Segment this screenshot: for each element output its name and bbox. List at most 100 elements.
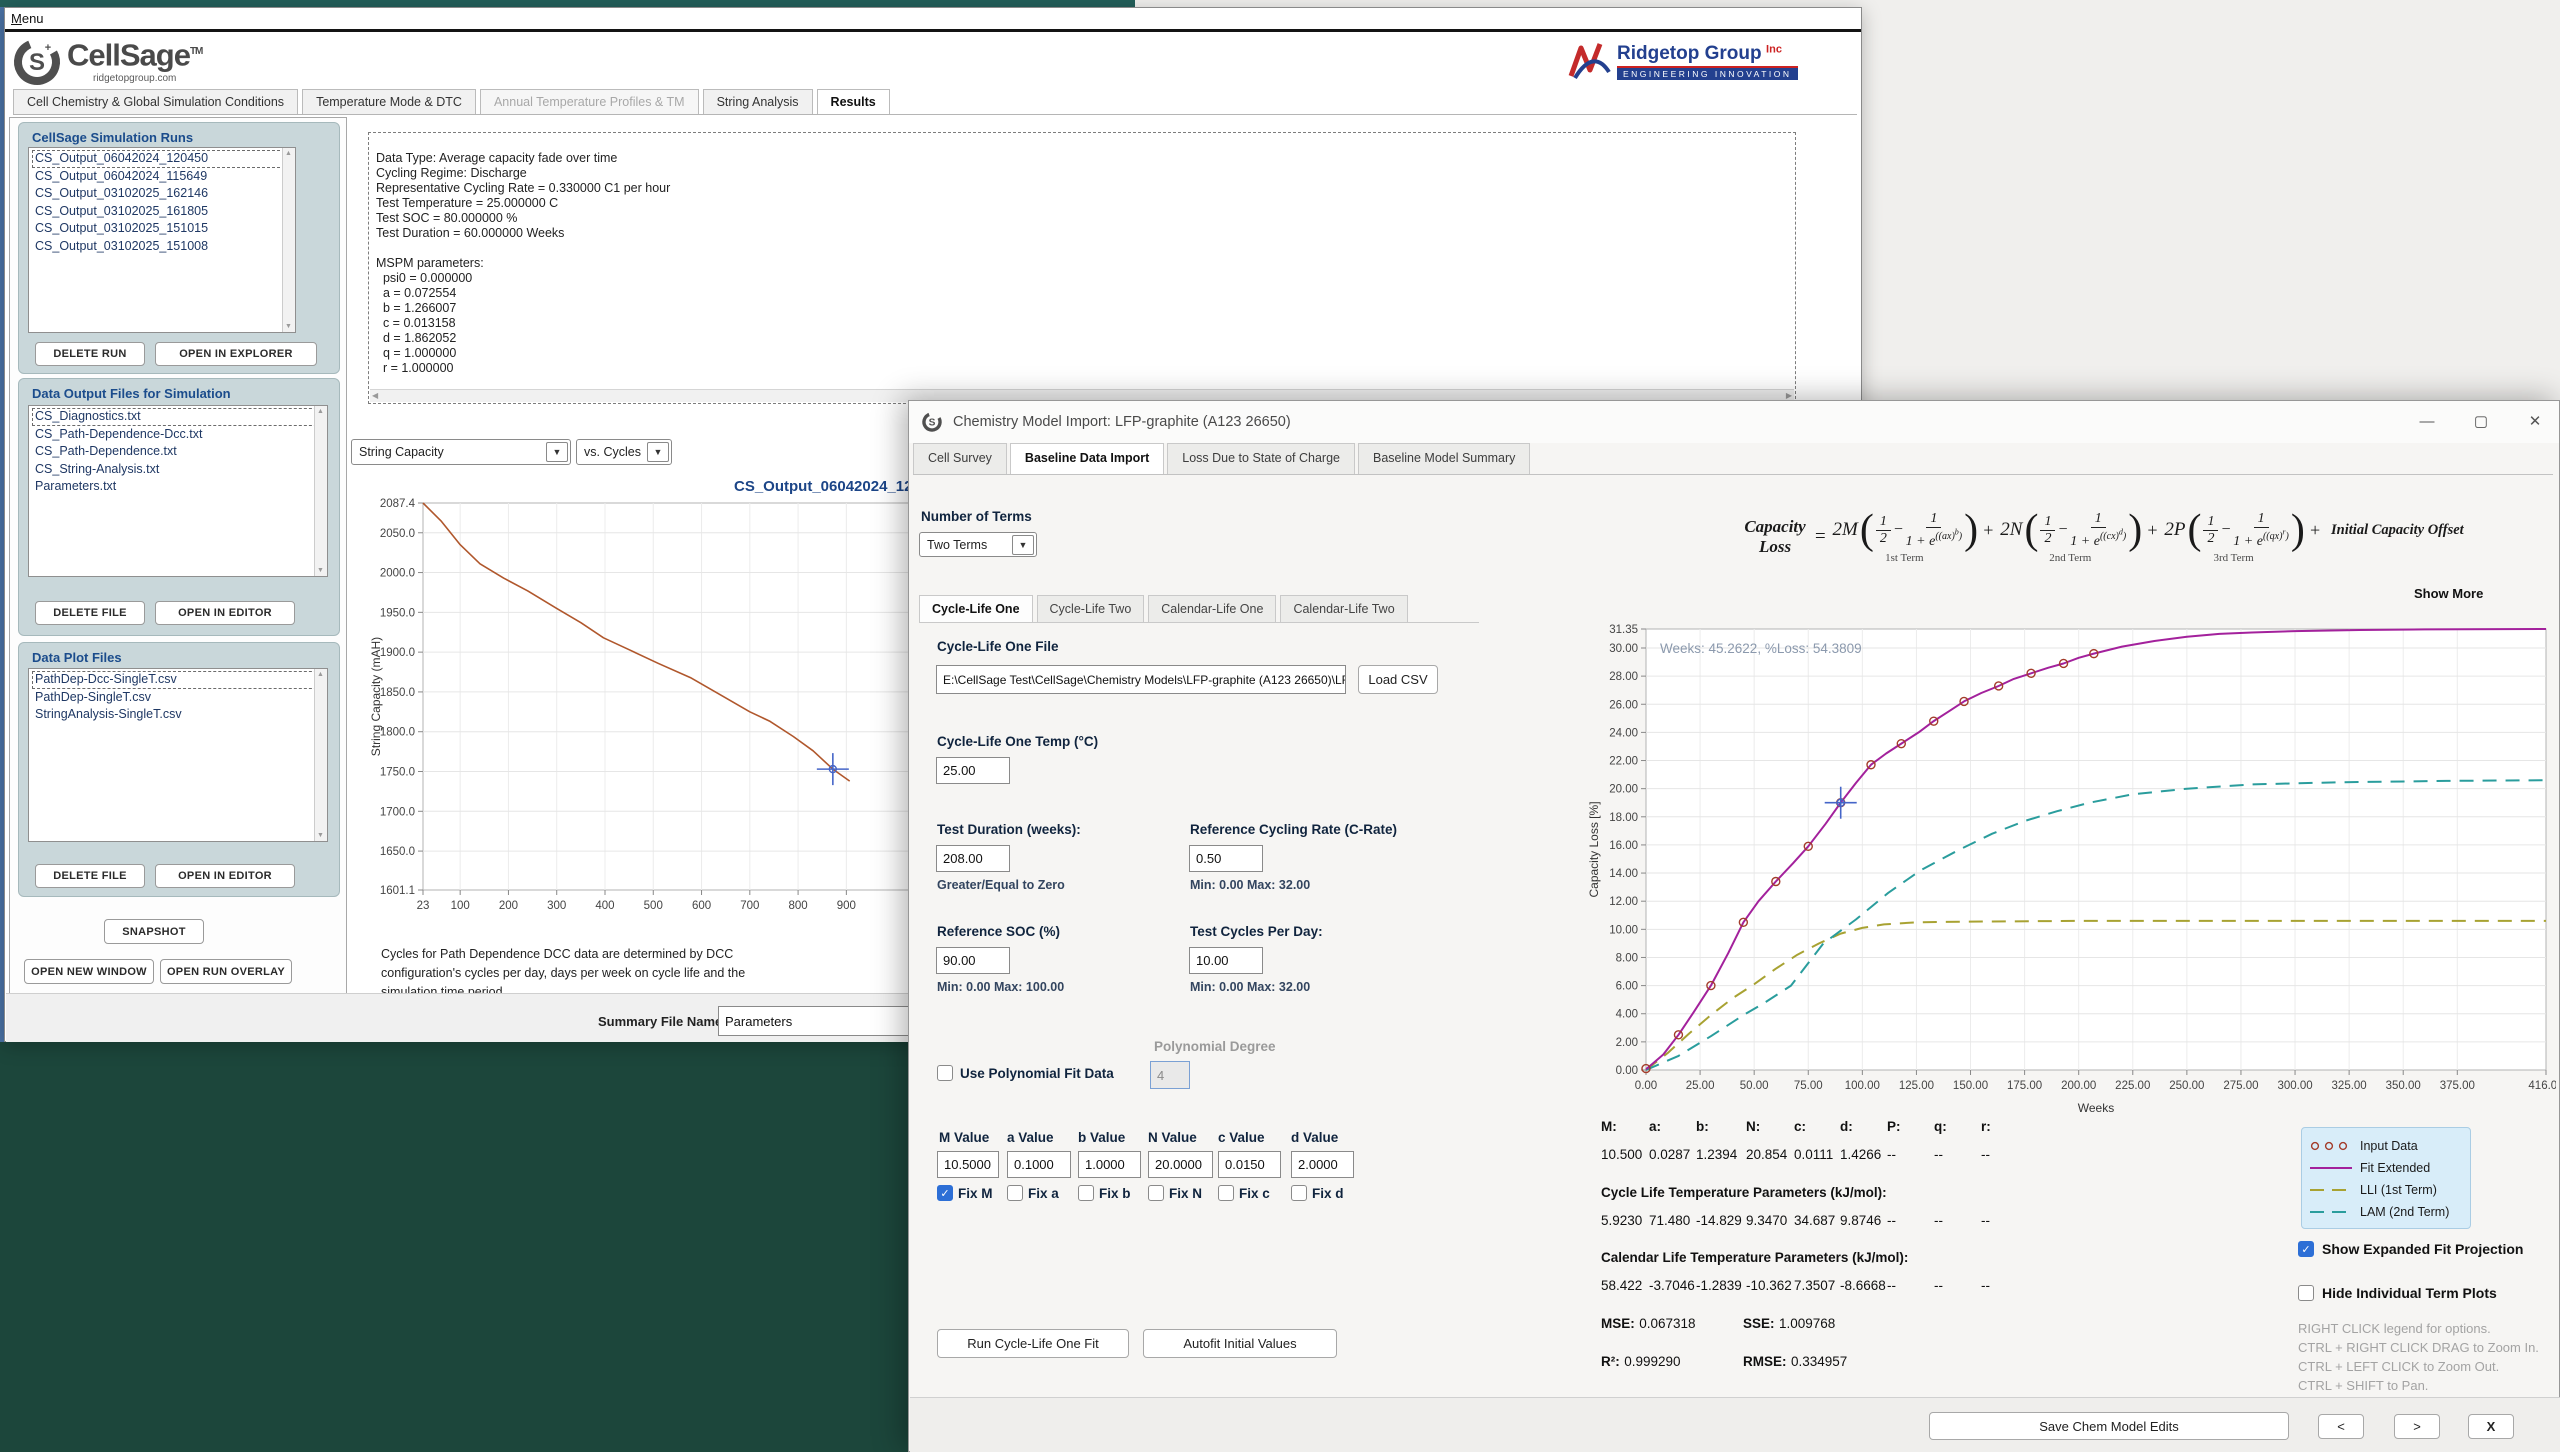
open-in-editor-button[interactable]: OPEN IN EDITOR [155,601,295,625]
use-polynomial-fit-checkbox[interactable] [937,1065,953,1081]
list-item[interactable]: CS_Output_03102025_151008 [32,238,295,256]
list-item[interactable]: Parameters.txt [32,478,327,496]
subtab-calendar-life-two[interactable]: Calendar-Life Two [1280,595,1407,622]
minimize-button[interactable]: — [2403,401,2451,441]
test-cycles-per-day-input[interactable] [1189,947,1263,974]
maximize-button[interactable]: ▢ [2457,401,2505,441]
load-csv-button[interactable]: Load CSV [1358,665,1438,694]
list-item[interactable]: CS_Path-Dependence.txt [32,443,327,461]
list-item[interactable]: CS_Output_03102025_151015 [32,220,295,238]
scroll-up-icon[interactable]: ▲ [285,150,292,157]
close-button[interactable]: ✕ [2511,401,2559,441]
fix-m-checkbox[interactable]: ✓ [937,1185,953,1201]
tab-cell-survey[interactable]: Cell Survey [913,443,1007,474]
prev-button[interactable]: < [2318,1414,2364,1439]
plot-series-dropdown[interactable]: String Capacity ▼ [351,439,571,465]
scroll-right-icon[interactable]: ▶ [1786,391,1792,400]
subtab-cycle-life-two[interactable]: Cycle-Life Two [1037,595,1145,622]
dialog-title-bar[interactable]: S Chemistry Model Import: LFP-graphite (… [909,401,2559,443]
tab-results[interactable]: Results [817,89,890,114]
equation-lhs-line1: Capacity [1744,517,1805,537]
n-value-input[interactable] [1148,1151,1213,1178]
fix-c-checkbox[interactable] [1218,1185,1234,1201]
b-value-input[interactable] [1078,1151,1141,1178]
tab-cell-chemistry[interactable]: Cell Chemistry & Global Simulation Condi… [13,89,298,114]
hide-term-plots-checkbox[interactable] [2298,1285,2314,1301]
test-duration-input[interactable] [936,845,1010,872]
fix-b-label: Fix b [1099,1186,1131,1201]
m-value-input[interactable] [937,1151,999,1178]
scrollbar[interactable]: ▲▼ [314,669,327,841]
list-item[interactable]: PathDep-Dcc-SingleT.csv [32,671,327,689]
equation-term-1: 2M( 12 − 11 + e((ax)b) ) 1st Term [1831,510,1979,564]
tab-loss-due-to-soc[interactable]: Loss Due to State of Charge [1167,443,1355,474]
d-value-input[interactable] [1291,1151,1354,1178]
output-files-list[interactable]: CS_Diagnostics.txt CS_Path-Dependence-Dc… [28,405,328,577]
scrollbar[interactable]: ▲▼ [314,406,327,576]
autofit-initial-values-button[interactable]: Autofit Initial Values [1143,1329,1337,1358]
open-plot-in-editor-button[interactable]: OPEN IN EDITOR [155,864,295,888]
delete-file-button[interactable]: DELETE FILE [35,601,145,625]
summary-file-input[interactable] [718,1006,930,1036]
scroll-down-icon[interactable]: ▼ [317,832,324,839]
fix-a-checkbox[interactable] [1007,1185,1023,1201]
scroll-up-icon[interactable]: ▲ [317,408,324,415]
menu-item[interactable]: Menu [5,8,50,29]
a-value-input[interactable] [1007,1151,1071,1178]
list-item[interactable]: StringAnalysis-SingleT.csv [32,706,327,724]
delete-plot-file-button[interactable]: DELETE FILE [35,864,145,888]
next-button[interactable]: > [2394,1414,2440,1439]
close-x-button[interactable]: X [2468,1414,2514,1439]
tab-temperature-mode[interactable]: Temperature Mode & DTC [302,89,476,114]
tab-string-analysis[interactable]: String Analysis [703,89,813,114]
show-more-link[interactable]: Show More [2414,586,2483,601]
scroll-down-icon[interactable]: ▼ [285,323,292,330]
cycle-life-one-file-label: Cycle-Life One File [937,639,1059,654]
number-of-terms-dropdown[interactable]: Two Terms ▼ [919,532,1037,557]
open-run-overlay-button[interactable]: OPEN RUN OVERLAY [160,959,292,984]
plot-files-list[interactable]: PathDep-Dcc-SingleT.csv PathDep-SingleT.… [28,668,328,842]
reference-soc-input[interactable] [936,947,1010,974]
cycle-life-one-temp-input[interactable] [936,757,1010,784]
subtab-calendar-life-one[interactable]: Calendar-Life One [1148,595,1276,622]
lli-marker-icon [2310,1185,2354,1195]
list-item[interactable]: CS_Output_03102025_162146 [32,185,295,203]
open-new-window-button[interactable]: OPEN NEW WINDOW [24,959,154,984]
delete-run-button[interactable]: DELETE RUN [35,342,145,366]
scroll-up-icon[interactable]: ▲ [317,671,324,678]
reference-cycling-rate-input[interactable] [1189,845,1263,872]
scroll-down-icon[interactable]: ▼ [317,567,324,574]
list-item[interactable]: CS_Path-Dependence-Dcc.txt [32,426,327,444]
tab-baseline-model-summary[interactable]: Baseline Model Summary [1358,443,1530,474]
svg-text:1950.0: 1950.0 [380,607,415,619]
run-cycle-life-one-fit-button[interactable]: Run Cycle-Life One Fit [937,1329,1129,1358]
use-polynomial-fit-row: Use Polynomial Fit Data [937,1065,1114,1081]
hide-term-plots-label: Hide Individual Term Plots [2322,1285,2497,1301]
chart-legend[interactable]: Input Data Fit Extended LLI (1st Term) L… [2301,1127,2471,1229]
list-item[interactable]: CS_Output_06042024_120450 [32,150,295,168]
save-chem-model-edits-button[interactable]: Save Chem Model Edits [1929,1412,2289,1440]
list-item[interactable]: CS_Diagnostics.txt [32,408,327,426]
list-item[interactable]: PathDep-SingleT.csv [32,689,327,707]
show-expanded-fit-checkbox[interactable]: ✓ [2298,1241,2314,1257]
capacity-loss-chart[interactable]: 0.0025.0050.0075.00100.00125.00150.00175… [1586,613,2556,1121]
scroll-left-icon[interactable]: ◀ [372,391,378,400]
tab-baseline-data-import[interactable]: Baseline Data Import [1010,443,1164,474]
fix-b-checkbox[interactable] [1078,1185,1094,1201]
open-in-explorer-button[interactable]: OPEN IN EXPLORER [155,342,317,366]
fix-d-checkbox[interactable] [1291,1185,1307,1201]
legend-item-lli: LLI (1st Term) [2310,1179,2462,1201]
subtab-cycle-life-one[interactable]: Cycle-Life One [919,595,1033,622]
fix-n-checkbox[interactable] [1148,1185,1164,1201]
param-cycle-row: 5.923071.480-14.8299.347034.6879.8746---… [1601,1213,2021,1228]
snapshot-button[interactable]: SNAPSHOT [104,919,204,944]
list-item[interactable]: CS_Output_03102025_161805 [32,203,295,221]
scrollbar[interactable]: ▲▼ [282,148,295,332]
list-item[interactable]: CS_Output_06042024_115649 [32,168,295,186]
plot-axis-dropdown[interactable]: vs. Cycles ▼ [576,439,672,465]
results-text-box[interactable]: Data Type: Average capacity fade over ti… [368,132,1796,404]
cycle-life-one-file-input[interactable] [936,665,1346,694]
c-value-input[interactable] [1218,1151,1281,1178]
list-item[interactable]: CS_String-Analysis.txt [32,461,327,479]
simulation-runs-list[interactable]: CS_Output_06042024_120450 CS_Output_0604… [28,147,296,333]
